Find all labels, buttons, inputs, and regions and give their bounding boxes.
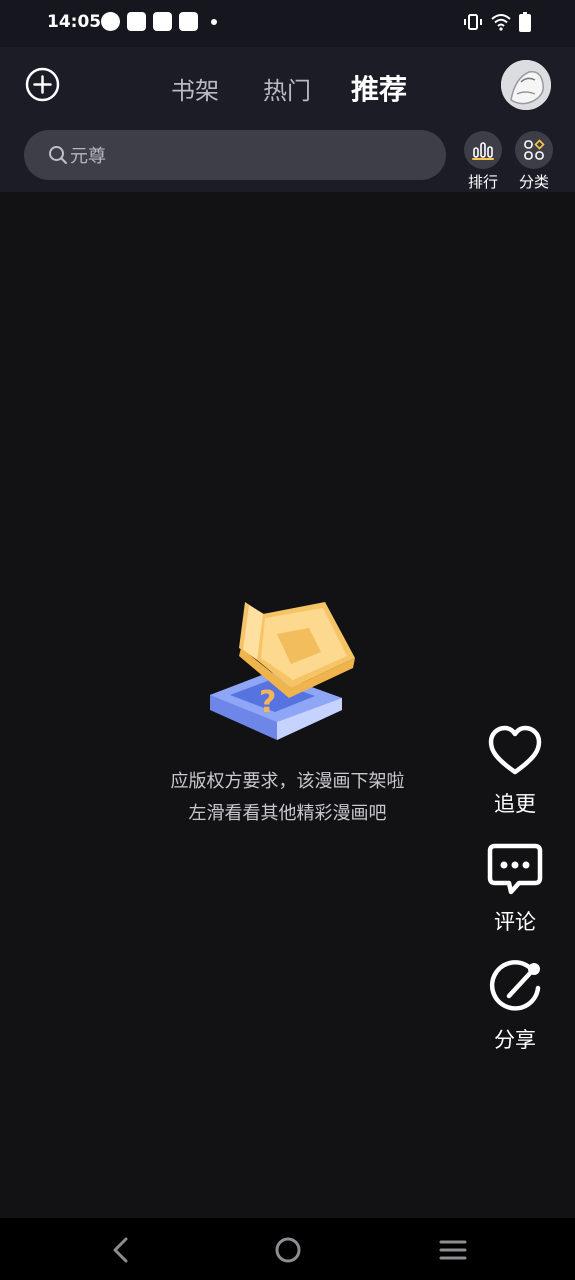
menu-icon[interactable]	[438, 1235, 468, 1265]
ranking-icon	[464, 131, 502, 169]
share-icon	[489, 960, 541, 1011]
system-nav-bar	[0, 1218, 575, 1280]
search-icon	[49, 146, 67, 164]
home-icon[interactable]	[273, 1235, 303, 1265]
tab-hot[interactable]: 热门	[263, 71, 311, 106]
status-bar: 14:05	[0, 0, 575, 47]
empty-book-illustration: ?	[210, 602, 355, 740]
notification-icons	[101, 12, 217, 31]
share-button[interactable]: 分享	[478, 958, 552, 1076]
share-label: 分享	[494, 1028, 536, 1052]
shopping-bag-icon	[153, 12, 172, 31]
system-icons	[463, 12, 531, 32]
svg-text:?: ?	[259, 685, 276, 720]
vibrate-icon	[464, 14, 482, 30]
header: 书架 热门 推荐 元尊 排行 分类	[0, 47, 575, 192]
follow-label: 追更	[494, 792, 536, 816]
shopping-bag-icon	[179, 12, 198, 31]
comment-button[interactable]: 评论	[478, 840, 552, 958]
ranking-button[interactable]: 排行	[463, 131, 503, 192]
top-tabs: 书架 热门 推荐	[0, 67, 575, 107]
speedometer-icon	[101, 12, 120, 31]
ranking-label: 排行	[467, 173, 498, 191]
avatar-image	[501, 60, 551, 110]
category-label: 分类	[518, 173, 549, 191]
back-icon[interactable]	[106, 1235, 136, 1265]
category-icon	[515, 131, 553, 169]
wifi-icon	[491, 14, 511, 31]
tab-bookshelf[interactable]: 书架	[171, 71, 219, 106]
search-bar[interactable]: 元尊	[24, 130, 446, 180]
category-button[interactable]: 分类	[514, 131, 554, 192]
comment-icon	[487, 843, 543, 895]
search-placeholder: 元尊	[70, 146, 106, 167]
side-actions: 追更 评论 分享	[478, 722, 552, 1076]
shopping-bag-icon	[127, 12, 146, 31]
tab-recommend[interactable]: 推荐	[351, 68, 407, 108]
follow-button[interactable]: 追更	[478, 722, 552, 840]
more-notifications-icon	[211, 18, 217, 25]
avatar[interactable]	[501, 60, 551, 110]
status-time: 14:05	[47, 12, 102, 32]
battery-icon	[519, 12, 531, 32]
comment-label: 评论	[494, 910, 536, 934]
heart-icon	[488, 725, 542, 775]
